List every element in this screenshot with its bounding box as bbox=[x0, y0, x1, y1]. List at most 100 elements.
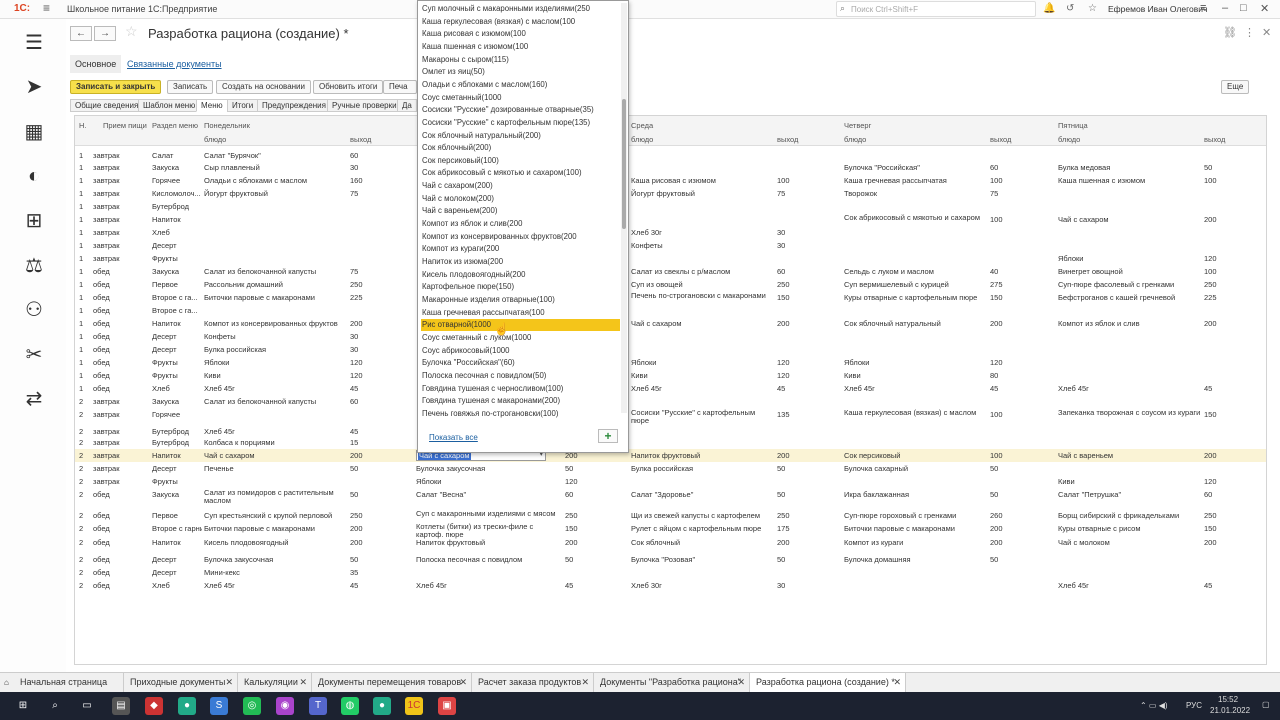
table-row[interactable]: 1 обед Фрукты Киви 120 Киви 120 Киви 80 bbox=[75, 369, 1266, 382]
table-cell[interactable]: Биточки паровые с макаронами bbox=[204, 524, 348, 533]
table-cell[interactable]: Хлеб 45г bbox=[204, 581, 348, 590]
table-cell[interactable]: 45 bbox=[350, 581, 366, 590]
tab-data[interactable]: Да bbox=[397, 99, 417, 112]
table-cell[interactable]: Салат "Бурячок" bbox=[204, 151, 348, 160]
table-cell[interactable]: Десерт bbox=[152, 345, 202, 354]
favorite-star-icon[interactable]: ☆ bbox=[125, 23, 138, 40]
table-cell[interactable]: Хлеб 45г bbox=[631, 384, 775, 393]
table-cell[interactable]: 45 bbox=[565, 581, 581, 590]
table-cell[interactable]: 100 bbox=[1204, 267, 1220, 276]
dropdown-item[interactable]: Картофельное пюре(150) bbox=[421, 281, 620, 293]
table-cell[interactable]: Закуска bbox=[152, 163, 202, 172]
table-row[interactable]: 2 обед Хлеб Хлеб 45г 45 Хлеб 45г 45 Хлеб 30г 30 Х… bbox=[75, 579, 1266, 592]
dropdown-item[interactable]: Соус абрикосовый(1000 bbox=[421, 345, 620, 357]
tab-totals[interactable]: Итоги bbox=[227, 99, 259, 112]
table-cell[interactable]: 1 bbox=[79, 306, 91, 315]
table-cell[interactable]: 200 bbox=[990, 319, 1006, 328]
table-row[interactable]: 2 обед Напиток Кисель плодовоягодный 200 Напи… bbox=[75, 536, 1266, 549]
table-row[interactable]: 2 завтрак Бутерброд Колбаса к порциями 15 bbox=[75, 436, 1266, 449]
window-tab-home[interactable]: ⌂ Начальная страница bbox=[0, 673, 124, 692]
tab-manual-checks[interactable]: Ручные проверки bbox=[327, 99, 402, 112]
table-cell[interactable]: 30 bbox=[350, 163, 366, 172]
col-n[interactable]: Н. bbox=[79, 121, 87, 130]
app-red-icon[interactable]: ◆ bbox=[145, 697, 163, 715]
table-cell[interactable]: 2 bbox=[79, 410, 91, 419]
table-cell[interactable]: Запеканка творожная с соусом из кураги bbox=[1058, 409, 1202, 417]
clock-time[interactable]: 15:52 bbox=[1218, 695, 1238, 704]
table-cell[interactable]: Компот из консервированных фруктов bbox=[204, 319, 348, 328]
table-cell[interactable]: 2 bbox=[79, 464, 91, 473]
table-cell[interactable]: Сок персиковый bbox=[844, 451, 988, 460]
table-cell[interactable]: 1 bbox=[79, 215, 91, 224]
table-cell[interactable]: Салат из белокочанной капусты bbox=[204, 397, 348, 406]
hamburger-menu-icon[interactable]: ≡ bbox=[43, 1, 50, 15]
close-tab-icon[interactable]: ✕ bbox=[581, 673, 589, 692]
table-cell[interactable]: 2 bbox=[79, 511, 91, 520]
table-cell[interactable]: Бутерброд bbox=[152, 427, 202, 436]
table-cell[interactable]: завтрак bbox=[93, 189, 143, 198]
table-cell[interactable]: Киви bbox=[204, 371, 348, 380]
back-button[interactable]: ← bbox=[70, 26, 92, 41]
table-cell[interactable]: завтрак bbox=[93, 151, 143, 160]
table-cell[interactable]: Каша геркулесовая (вязкая) с маслом bbox=[844, 409, 988, 417]
table-cell[interactable]: Конфеты bbox=[631, 241, 775, 250]
table-cell[interactable]: 200 bbox=[777, 319, 793, 328]
table-cell[interactable]: Каша пшенная с изюмом bbox=[1058, 176, 1202, 185]
table-cell[interactable]: обед bbox=[93, 280, 143, 289]
table-row[interactable]: 1 завтрак Кисломолоч... Йогурт фруктовый 75 Й… bbox=[75, 187, 1266, 200]
table-row[interactable]: 1 обед Фрукты Яблоки 120 Яблоки 120 Яблоки 120 bbox=[75, 356, 1266, 369]
table-cell[interactable]: Салат из свеклы с р/маслом bbox=[631, 267, 775, 276]
maximize-icon[interactable]: □ bbox=[1240, 2, 1247, 14]
table-cell[interactable]: 50 bbox=[990, 555, 1006, 564]
table-cell[interactable]: 50 bbox=[350, 464, 366, 473]
table-cell[interactable]: Биточки паровые с макаронами bbox=[204, 293, 348, 302]
dropdown-item[interactable]: Сосиски "Русские" с картофельным пюре(13… bbox=[421, 117, 620, 129]
table-cell[interactable]: обед bbox=[93, 568, 143, 577]
table-cell[interactable]: Йогурт фруктовый bbox=[204, 189, 348, 198]
table-cell[interactable]: 150 bbox=[565, 524, 581, 533]
dropdown-item[interactable]: Сок персиковый(100) bbox=[421, 155, 620, 167]
section-related-docs[interactable]: Связанные документы bbox=[127, 55, 222, 73]
table-row[interactable]: 2 обед Десерт Мини-кекс 35 bbox=[75, 566, 1266, 579]
tab-menu[interactable]: Меню bbox=[196, 99, 228, 112]
close-tab-icon[interactable]: ✕ bbox=[893, 673, 901, 692]
table-row[interactable]: 1 завтрак Десерт Конфеты 30 bbox=[75, 239, 1266, 252]
window-tab-ration-docs[interactable]: Документы "Разработка рациона" ✕ bbox=[594, 673, 750, 692]
table-cell[interactable]: 35 bbox=[350, 568, 366, 577]
table-cell[interactable]: Закуска bbox=[152, 267, 202, 276]
table-cell[interactable]: 150 bbox=[990, 293, 1006, 302]
table-cell[interactable]: завтрак bbox=[93, 451, 143, 460]
notifications-icon[interactable]: ▢ bbox=[1262, 700, 1270, 709]
table-cell[interactable]: обед bbox=[93, 306, 143, 315]
dropdown-item[interactable]: Полоска песочная с повидлом(50) bbox=[421, 370, 620, 382]
table-cell[interactable]: 100 bbox=[990, 410, 1006, 419]
app-red-2-icon[interactable]: ▣ bbox=[438, 697, 456, 715]
table-cell[interactable]: Напиток bbox=[152, 215, 202, 224]
table-cell[interactable]: 120 bbox=[777, 371, 793, 380]
task-view-icon[interactable]: ▭ bbox=[78, 697, 96, 715]
table-cell[interactable]: 60 bbox=[1204, 490, 1220, 499]
dropdown-item[interactable]: Кисель плодовоягодный(200 bbox=[421, 269, 620, 281]
table-cell[interactable]: Куры отварные с картофельным пюре bbox=[844, 293, 988, 302]
table-cell[interactable]: Хлеб 45г bbox=[1058, 384, 1202, 393]
table-cell[interactable]: завтрак bbox=[93, 427, 143, 436]
table-cell[interactable]: Рассольник домашний bbox=[204, 280, 348, 289]
table-cell[interactable]: обед bbox=[93, 332, 143, 341]
table-cell[interactable]: 2 bbox=[79, 427, 91, 436]
table-cell[interactable]: 100 bbox=[1204, 176, 1220, 185]
table-cell[interactable]: Компот из яблок и слив bbox=[1058, 319, 1202, 328]
table-cell[interactable]: 30 bbox=[777, 228, 793, 237]
table-cell[interactable]: Горячее bbox=[152, 176, 202, 185]
table-cell[interactable]: 2 bbox=[79, 538, 91, 547]
table-cell[interactable]: 1 bbox=[79, 358, 91, 367]
table-cell[interactable]: 30 bbox=[777, 241, 793, 250]
table-cell[interactable]: 100 bbox=[990, 215, 1006, 224]
table-cell[interactable]: 60 bbox=[565, 490, 581, 499]
table-cell[interactable]: Полоска песочная с повидлом bbox=[416, 555, 556, 564]
table-cell[interactable]: 150 bbox=[1204, 524, 1220, 533]
table-cell[interactable]: Десерт bbox=[152, 568, 202, 577]
1c-icon[interactable]: 1С bbox=[405, 697, 423, 715]
table-cell[interactable]: Первое bbox=[152, 280, 202, 289]
table-cell[interactable]: Кисель плодовоягодный bbox=[204, 538, 348, 547]
table-cell[interactable]: 50 bbox=[777, 555, 793, 564]
